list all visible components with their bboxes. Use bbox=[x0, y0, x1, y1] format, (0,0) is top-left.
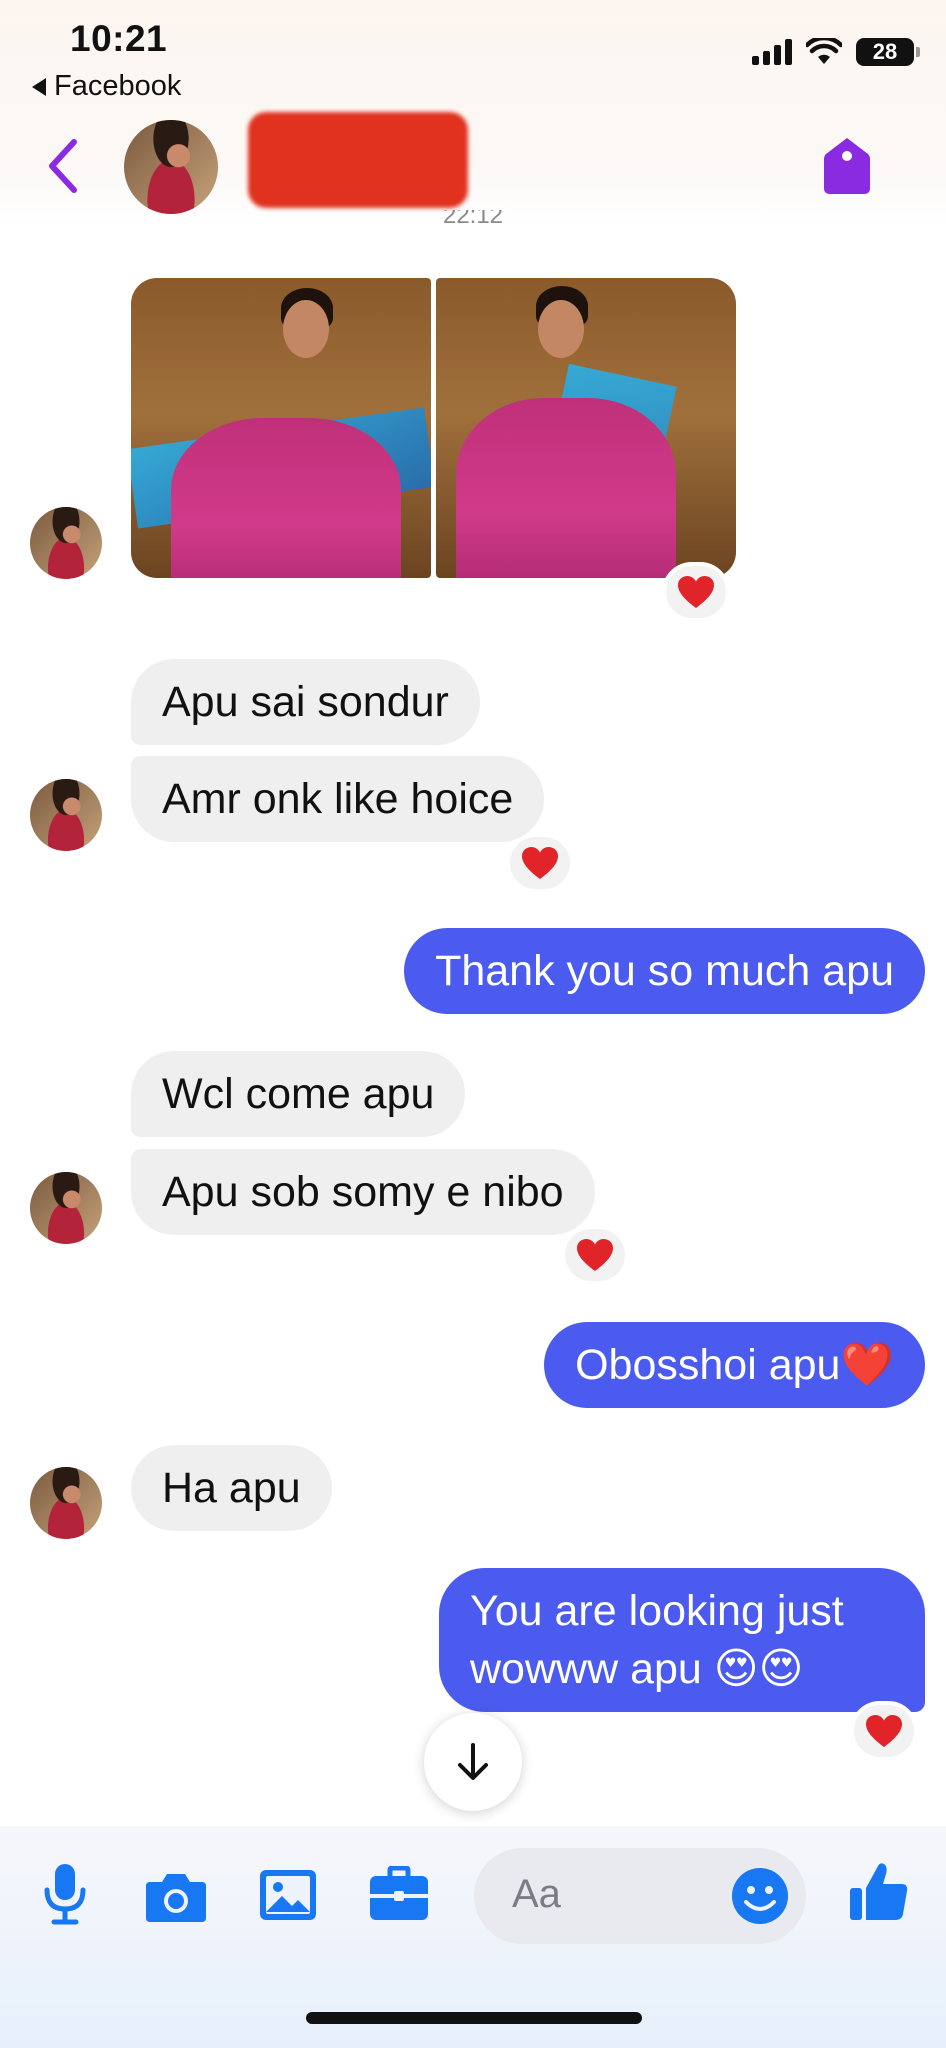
message-reaction[interactable] bbox=[850, 1701, 918, 1761]
status-icons: 28 bbox=[752, 38, 920, 66]
sender-avatar bbox=[30, 1172, 102, 1244]
incoming-message[interactable]: Ha apu bbox=[131, 1445, 332, 1531]
back-to-app-link[interactable]: Facebook bbox=[32, 70, 181, 103]
chevron-left-icon[interactable] bbox=[44, 138, 80, 194]
outgoing-message[interactable]: Thank you so much apu bbox=[404, 928, 925, 1014]
heart-icon bbox=[522, 847, 558, 879]
shared-photo[interactable] bbox=[131, 278, 431, 578]
status-time: 10:21 bbox=[70, 18, 168, 59]
heart-icon bbox=[678, 576, 714, 608]
back-triangle-icon bbox=[32, 77, 46, 96]
outgoing-message[interactable]: You are looking just wowww apu 😍😍 bbox=[439, 1568, 925, 1712]
sender-avatar bbox=[30, 1467, 102, 1539]
incoming-message[interactable]: Apu sai sondur bbox=[131, 659, 480, 745]
outgoing-message[interactable]: Obosshoi apu❤️ bbox=[544, 1322, 925, 1408]
incoming-message[interactable]: Apu sob somy e nibo bbox=[131, 1149, 595, 1235]
heart-icon bbox=[577, 1239, 613, 1271]
arrow-down-icon bbox=[458, 1743, 488, 1780]
contact-name[interactable]: S bbox=[248, 112, 468, 208]
back-app-label: Facebook bbox=[54, 70, 182, 102]
briefcase-icon[interactable] bbox=[368, 1866, 430, 1924]
message-input-placeholder: Aa bbox=[512, 1872, 561, 1916]
heart-icon bbox=[866, 1715, 902, 1747]
sender-avatar bbox=[30, 507, 102, 579]
incoming-message[interactable]: Amr onk like hoice bbox=[131, 756, 545, 842]
camera-icon[interactable] bbox=[144, 1870, 208, 1924]
tag-icon[interactable] bbox=[822, 136, 872, 196]
image-icon[interactable] bbox=[258, 1868, 318, 1922]
message-timestamp: 22:12 bbox=[442, 210, 504, 229]
battery-indicator: 28 bbox=[856, 38, 920, 66]
emoji-icon[interactable] bbox=[730, 1866, 790, 1926]
scroll-to-bottom-button[interactable] bbox=[424, 1713, 522, 1811]
incoming-message[interactable]: Wcl come apu bbox=[131, 1051, 466, 1137]
sender-avatar bbox=[30, 779, 102, 851]
message-reaction[interactable] bbox=[662, 562, 730, 622]
message-reaction[interactable] bbox=[561, 1225, 629, 1285]
contact-avatar[interactable] bbox=[124, 120, 218, 214]
home-indicator bbox=[306, 2012, 642, 2024]
microphone-icon[interactable] bbox=[42, 1862, 88, 1926]
signal-icon bbox=[752, 39, 792, 65]
thumbs-up-icon[interactable] bbox=[848, 1860, 910, 1924]
message-reaction[interactable] bbox=[506, 833, 574, 893]
shared-photo[interactable] bbox=[436, 278, 736, 578]
wifi-icon bbox=[806, 38, 842, 64]
